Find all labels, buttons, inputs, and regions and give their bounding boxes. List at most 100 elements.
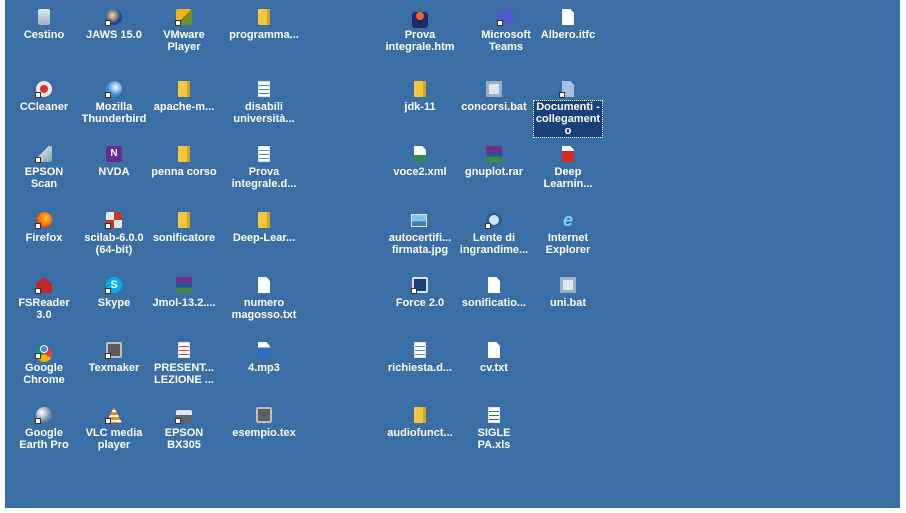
icon-label: VLC media player bbox=[85, 427, 143, 451]
icon-label: Albero.itfc bbox=[540, 29, 596, 41]
printer-icon bbox=[175, 406, 193, 424]
xml-file-icon bbox=[411, 145, 429, 163]
desktop-icon-cv[interactable]: cv.txt bbox=[457, 333, 531, 374]
desktop-icon-google-earth[interactable]: Google Earth Pro bbox=[7, 398, 81, 451]
spreadsheet-file-icon bbox=[255, 80, 273, 98]
desktop-icon-gnuplot[interactable]: gnuplot.rar bbox=[457, 137, 531, 178]
desktop-icon-jdk[interactable]: jdk-11 bbox=[383, 72, 457, 113]
desktop-icon-sonificatore[interactable]: sonificatore bbox=[147, 203, 221, 244]
desktop-icon-richiesta[interactable]: richiesta.d... bbox=[383, 333, 457, 374]
audio-file-icon bbox=[255, 341, 273, 359]
desktop-icon-apache[interactable]: apache-m... bbox=[147, 72, 221, 113]
skype-icon: S bbox=[105, 276, 123, 294]
desktop-icon-epson-bx305[interactable]: EPSON BX305 bbox=[147, 398, 221, 451]
icon-label: 4.mp3 bbox=[248, 362, 280, 374]
nvda-icon: N bbox=[105, 145, 123, 163]
desktop-icon-documenti-collegamento[interactable]: Documenti - collegament o bbox=[531, 72, 605, 138]
desktop-icon-prova-htm[interactable]: Prova integrale.htm bbox=[383, 0, 457, 53]
icon-label: Jmol-13.2.... bbox=[152, 297, 216, 309]
desktop-icon-presentazione[interactable]: PRESENT... LEZIONE ... bbox=[147, 333, 221, 386]
desktop-icon-texmaker[interactable]: Texmaker bbox=[77, 333, 151, 374]
desktop-icon-deep-lear-folder[interactable]: Deep-Lear... bbox=[227, 203, 301, 244]
desktop-icon-programma[interactable]: programma... bbox=[227, 0, 301, 41]
icon-label: apache-m... bbox=[153, 101, 215, 113]
desktop-icon-penna-corso[interactable]: penna corso bbox=[147, 137, 221, 178]
desktop[interactable]: Cestino JAWS 15.0 VMware Player programm… bbox=[5, 0, 900, 508]
desktop-icon-vmware[interactable]: VMware Player bbox=[147, 0, 221, 53]
desktop-icon-force[interactable]: Force 2.0 bbox=[383, 268, 457, 309]
icon-label: Deep Learnin... bbox=[543, 166, 593, 190]
desktop-icon-jmol[interactable]: Jmol-13.2.... bbox=[147, 268, 221, 309]
desktop-icon-epson-scan[interactable]: EPSON Scan bbox=[7, 137, 81, 190]
desktop-icon-prova-doc[interactable]: Prova integrale.d... bbox=[227, 137, 301, 190]
desktop-icon-disabili[interactable]: disabili università... bbox=[227, 72, 301, 125]
desktop-icon-internet-explorer[interactable]: e Internet Explorer bbox=[531, 203, 605, 256]
desktop-icon-4-mp3[interactable]: 4.mp3 bbox=[227, 333, 301, 374]
desktop-icon-cestino[interactable]: Cestino bbox=[7, 0, 81, 41]
icon-label: numero magosso.txt bbox=[231, 297, 297, 321]
icon-label: penna corso bbox=[151, 166, 217, 178]
icon-label: Deep-Lear... bbox=[232, 232, 296, 244]
icon-label: Cestino bbox=[23, 29, 65, 41]
text-file-icon bbox=[485, 341, 503, 359]
recycle-bin-icon bbox=[35, 8, 53, 26]
icon-label: Skype bbox=[97, 297, 131, 309]
batch-file-icon bbox=[559, 276, 577, 294]
icon-label: PRESENT... LEZIONE ... bbox=[154, 362, 214, 386]
folder-icon bbox=[175, 211, 193, 229]
icon-label: Google Earth Pro bbox=[19, 427, 69, 451]
icon-label: sonificatore bbox=[152, 232, 216, 244]
desktop-icon-autocertificazione[interactable]: autocertifi... firmata.jpg bbox=[383, 203, 457, 256]
fsreader-icon bbox=[35, 276, 53, 294]
folder-icon bbox=[175, 145, 193, 163]
jaws-icon bbox=[105, 8, 123, 26]
archive-file-icon bbox=[485, 145, 503, 163]
icon-label: Firefox bbox=[25, 232, 63, 244]
desktop-icon-fsreader[interactable]: FSReader 3.0 bbox=[7, 268, 81, 321]
desktop-icon-lente[interactable]: Lente di ingrandime... bbox=[457, 203, 531, 256]
desktop-icon-chrome[interactable]: Google Chrome bbox=[7, 333, 81, 386]
vmware-icon bbox=[175, 8, 193, 26]
document-file-icon bbox=[411, 341, 429, 359]
icon-label: scilab-6.0.0 (64-bit) bbox=[84, 232, 144, 256]
folder-icon bbox=[255, 8, 273, 26]
desktop-icon-thunderbird[interactable]: Mozilla Thunderbird bbox=[77, 72, 151, 125]
thunderbird-icon bbox=[105, 80, 123, 98]
desktop-icon-sigle-pa[interactable]: SIGLE PA.xls bbox=[457, 398, 531, 451]
icon-label: autocertifi... firmata.jpg bbox=[388, 232, 452, 256]
icon-label: CCleaner bbox=[19, 101, 69, 113]
text-file-icon bbox=[255, 276, 273, 294]
desktop-icon-ccleaner[interactable]: CCleaner bbox=[7, 72, 81, 113]
icon-label: Microsoft Teams bbox=[481, 29, 531, 53]
desktop-icon-jaws[interactable]: JAWS 15.0 bbox=[77, 0, 151, 41]
desktop-icon-uni-bat[interactable]: uni.bat bbox=[531, 268, 605, 309]
document-file-icon bbox=[255, 145, 273, 163]
desktop-icon-albero[interactable]: Albero.itfc bbox=[531, 0, 605, 41]
desktop-icon-firefox[interactable]: Firefox bbox=[7, 203, 81, 244]
icon-label: esempio.tex bbox=[232, 427, 296, 439]
excel-file-icon bbox=[485, 406, 503, 424]
desktop-icon-numero-magosso[interactable]: numero magosso.txt bbox=[227, 268, 301, 321]
desktop-icon-concorsi[interactable]: concorsi.bat bbox=[457, 72, 531, 113]
magnifier-icon bbox=[485, 211, 503, 229]
desktop-icon-voce2[interactable]: voce2.xml bbox=[383, 137, 457, 178]
epson-scan-icon bbox=[35, 145, 53, 163]
icon-label: voce2.xml bbox=[393, 166, 447, 178]
icon-label: JAWS 15.0 bbox=[86, 29, 142, 41]
icon-label: EPSON Scan bbox=[24, 166, 64, 190]
desktop-icon-sonificatio[interactable]: sonificatio... bbox=[457, 268, 531, 309]
desktop-icon-nvda[interactable]: N NVDA bbox=[77, 137, 151, 178]
desktop-icon-vlc[interactable]: VLC media player bbox=[77, 398, 151, 451]
desktop-icon-scilab[interactable]: scilab-6.0.0 (64-bit) bbox=[77, 203, 151, 256]
icon-label: audiofunct... bbox=[387, 427, 453, 439]
teams-icon bbox=[497, 8, 515, 26]
icon-label: sonificatio... bbox=[461, 297, 527, 309]
scilab-icon bbox=[105, 211, 123, 229]
desktop-icon-esempio-tex[interactable]: esempio.tex bbox=[227, 398, 301, 439]
desktop-icon-deep-learning-pdf[interactable]: Deep Learnin... bbox=[531, 137, 605, 190]
desktop-icon-skype[interactable]: S Skype bbox=[77, 268, 151, 309]
desktop-icon-audiofunct[interactable]: audiofunct... bbox=[383, 398, 457, 439]
icon-label: SIGLE PA.xls bbox=[477, 427, 511, 451]
folder-icon bbox=[411, 406, 429, 424]
folder-icon bbox=[175, 80, 193, 98]
